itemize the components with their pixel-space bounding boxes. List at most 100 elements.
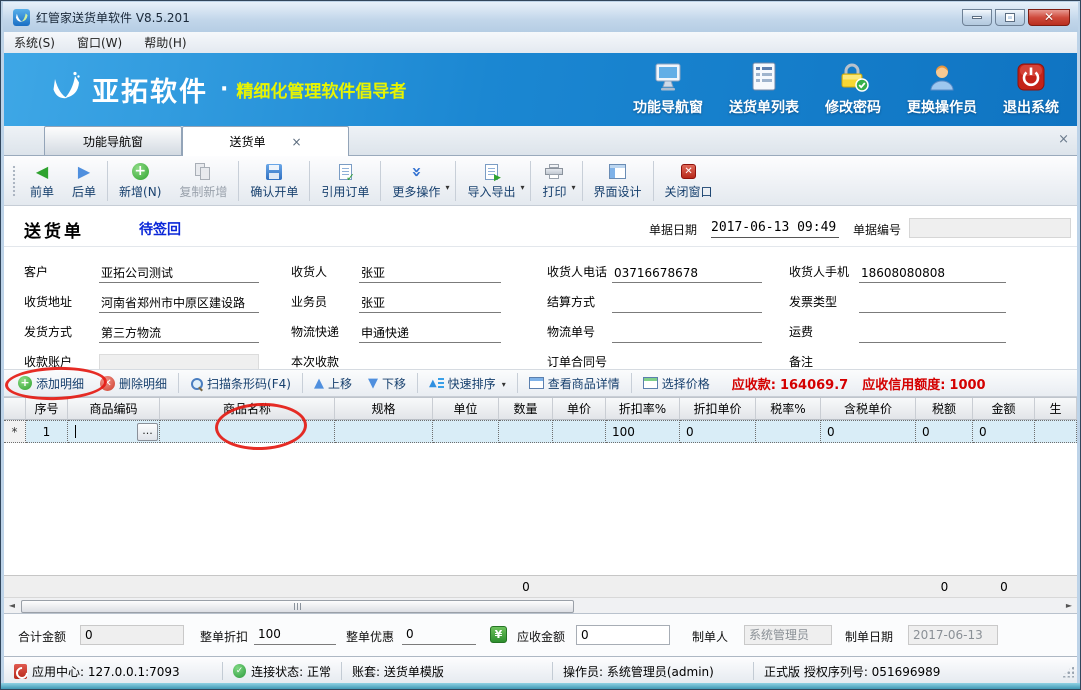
scan-barcode-button[interactable]: 扫描条形码(F4) (182, 375, 299, 392)
cell-amount[interactable]: 0 (973, 420, 1035, 443)
banner-action-nav[interactable]: 功能导航窗 (633, 62, 703, 117)
col-header-price[interactable]: 单价 (553, 398, 606, 420)
restore-button[interactable] (995, 9, 1025, 26)
new-order-button[interactable]: + 新增(N) (110, 159, 170, 203)
dropdown-caret-icon[interactable]: ▾ (502, 380, 506, 389)
view-product-detail-button[interactable]: 查看商品详情 (521, 375, 628, 392)
col-header-code[interactable]: 商品编码 (68, 398, 160, 420)
banner-action-order-list[interactable]: 送货单列表 (729, 62, 799, 117)
move-up-button[interactable]: ▲ 上移 (306, 375, 360, 392)
freight-field[interactable] (859, 324, 1006, 343)
col-header-tax-incl-price[interactable]: 含税单价 (821, 398, 916, 420)
dropdown-caret-icon[interactable]: ▾ (520, 183, 524, 192)
menu-system[interactable]: 系统(S) (14, 34, 55, 51)
close-button[interactable]: ✕ (1028, 9, 1070, 26)
customer-field[interactable]: 亚拓公司测试 (99, 264, 259, 283)
maker-label: 制单人 (692, 628, 728, 645)
ui-design-button[interactable]: 界面设计 (585, 159, 651, 203)
col-header-tax-rate[interactable]: 税率% (756, 398, 821, 420)
tabstrip-close-icon[interactable]: × (1058, 132, 1069, 147)
receiver-mobile-field[interactable]: 18608080808 (859, 264, 1006, 283)
col-header-tax-amount[interactable]: 税额 (916, 398, 973, 420)
operator-icon (927, 62, 957, 95)
col-header-truncated[interactable]: 生 (1035, 398, 1077, 420)
cell-discount-price[interactable]: 0 (680, 420, 756, 443)
cell-qty[interactable] (499, 420, 553, 443)
cell-truncated[interactable] (1035, 420, 1077, 443)
col-header-amount[interactable]: 金额 (973, 398, 1035, 420)
horizontal-scrollbar[interactable]: ◄ ► (4, 597, 1077, 613)
minimize-button[interactable] (962, 9, 992, 26)
logistics-no-field[interactable] (612, 324, 762, 343)
reference-order-button[interactable]: 引用订单 (312, 159, 378, 203)
lookup-ellipsis-button[interactable]: ... (137, 423, 158, 441)
confirm-order-button[interactable]: 确认开单 (241, 159, 307, 203)
invoice-type-field[interactable] (859, 294, 1006, 313)
address-field[interactable]: 河南省郑州市中原区建设路 (99, 294, 259, 313)
summary-amount-total: 0 (973, 576, 1035, 598)
cell-price[interactable] (553, 420, 606, 443)
delete-detail-button[interactable]: ✕ 删除明细 (92, 375, 175, 392)
cell-discount-rate[interactable]: 100 (606, 420, 680, 443)
close-red-icon: ✕ (681, 162, 696, 182)
dropdown-caret-icon[interactable]: ▾ (572, 183, 576, 192)
receiver-phone-field[interactable]: 03716678678 (612, 264, 762, 283)
salesman-field[interactable]: 张亚 (359, 294, 501, 313)
receiver-field[interactable]: 张亚 (359, 264, 501, 283)
close-window-button[interactable]: ✕ 关闭窗口 (656, 159, 722, 203)
resize-grip[interactable] (1061, 665, 1074, 678)
yuan-icon[interactable]: ¥ (490, 626, 507, 643)
invoice-type-label: 发票类型 (789, 293, 859, 313)
scroll-right-icon[interactable]: ► (1061, 598, 1077, 613)
settlement-field[interactable] (612, 294, 762, 313)
status-license: 正式版 授权序列号: 051696989 (754, 663, 950, 680)
banner-action-change-password[interactable]: 修改密码 (825, 62, 881, 117)
freight-label: 运费 (789, 323, 859, 343)
dropdown-caret-icon[interactable]: ▾ (445, 183, 449, 192)
col-header-unit[interactable]: 单位 (433, 398, 499, 420)
doc-date-field[interactable]: 2017-06-13 09:49 (711, 218, 839, 238)
print-button[interactable]: 打印 (533, 159, 575, 203)
col-header-discount-price[interactable]: 折扣单价 (680, 398, 756, 420)
col-header-discount-rate[interactable]: 折扣率% (606, 398, 680, 420)
tab-nav-window[interactable]: 功能导航窗 (44, 126, 182, 155)
col-header-qty[interactable]: 数量 (499, 398, 553, 420)
move-down-button[interactable]: ▼ 下移 (360, 375, 414, 392)
banner-action-exit[interactable]: 退出系统 (1003, 62, 1059, 117)
next-order-button[interactable]: ▶ 后单 (63, 159, 105, 203)
quick-sort-button[interactable]: ▲ 快速排序 ▾ (421, 375, 514, 392)
tab-close-icon[interactable]: × (291, 135, 301, 149)
tab-strip: 功能导航窗 送货单 × × (4, 126, 1077, 156)
cell-tax-incl-price[interactable]: 0 (821, 420, 916, 443)
more-actions-button[interactable]: » 更多操作 (383, 159, 449, 203)
scrollbar-thumb[interactable] (21, 600, 574, 613)
menu-window[interactable]: 窗口(W) (77, 34, 122, 51)
copy-new-button[interactable]: 复制新增 (170, 159, 236, 203)
cell-code-editing[interactable]: ... (68, 420, 160, 443)
tab-delivery-order[interactable]: 送货单 × (182, 126, 349, 156)
cell-seq[interactable]: 1 (26, 420, 68, 443)
menu-help[interactable]: 帮助(H) (144, 34, 186, 51)
brand-banner: 亚拓软件 · 精细化管理软件倡导者 功能导航窗 送货单列表 修改 (4, 53, 1077, 126)
cell-tax-rate[interactable] (756, 420, 821, 443)
receivable-amount-field[interactable]: 0 (576, 625, 670, 645)
order-promo-field[interactable]: 0 (402, 625, 476, 645)
cell-spec[interactable] (335, 420, 433, 443)
scroll-left-icon[interactable]: ◄ (4, 598, 20, 613)
cell-unit[interactable] (433, 420, 499, 443)
logistics-field[interactable]: 申通快递 (359, 324, 501, 343)
import-export-button[interactable]: 导入导出 (458, 159, 524, 203)
col-header-spec[interactable]: 规格 (335, 398, 433, 420)
col-header-seq[interactable]: 序号 (26, 398, 68, 420)
prev-order-button[interactable]: ◀ 前单 (21, 159, 63, 203)
status-bar: 应用中心: 127.0.0.1:7093 ✓ 连接状态: 正常 账套: 送货单模… (4, 656, 1077, 685)
cell-tax-amount[interactable]: 0 (916, 420, 973, 443)
add-detail-button[interactable]: + 添加明细 (10, 375, 92, 392)
cell-name[interactable] (160, 420, 335, 443)
col-header-name[interactable]: 商品名称 (160, 398, 335, 420)
order-discount-field[interactable]: 100 (254, 625, 336, 645)
select-price-button[interactable]: 选择价格 (635, 375, 718, 392)
banner-action-switch-operator[interactable]: 更换操作员 (907, 62, 977, 117)
sort-icon: ▲ (429, 378, 444, 389)
ship-method-field[interactable]: 第三方物流 (99, 324, 259, 343)
